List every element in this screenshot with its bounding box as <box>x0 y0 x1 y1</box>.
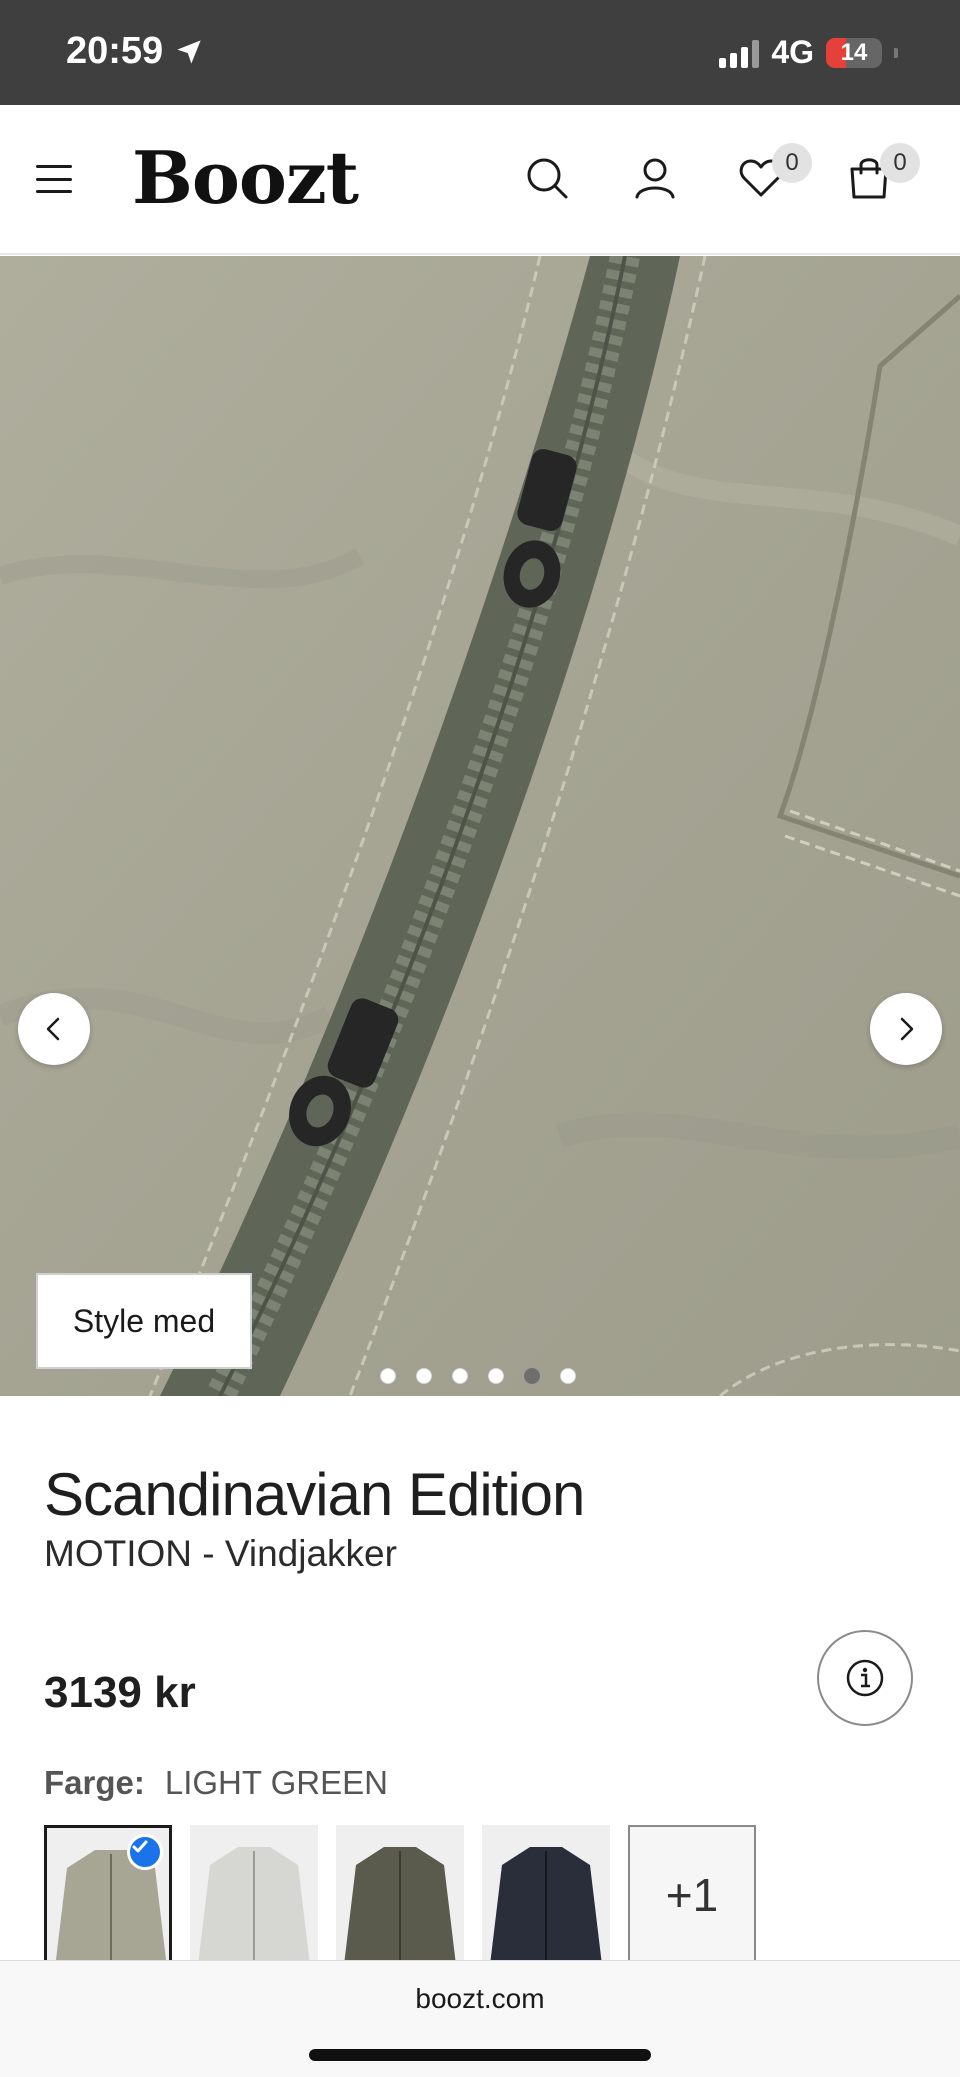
home-indicator[interactable] <box>309 2049 651 2061</box>
wishlist-count: 0 <box>772 143 812 183</box>
signal-icon <box>719 38 760 68</box>
jacket-thumbnail <box>490 1847 602 1965</box>
previous-image-button[interactable] <box>18 993 90 1065</box>
color-label: Farge: <box>44 1764 145 1801</box>
color-selection-label: Farge: LIGHT GREEN <box>44 1764 388 1802</box>
product-price: 3139 kr <box>44 1668 196 1717</box>
style-with-button[interactable]: Style med <box>36 1273 252 1369</box>
selected-check-icon <box>127 1834 163 1870</box>
battery-icon: 14 <box>826 37 882 68</box>
wishlist-button[interactable]: 0 <box>736 143 812 203</box>
pagination-dot[interactable] <box>380 1368 396 1384</box>
status-bar: 20:59 4G 14 <box>0 0 960 105</box>
color-swatch-dark-olive[interactable] <box>336 1825 464 1965</box>
price-info-button[interactable] <box>817 1630 913 1726</box>
chevron-right-icon <box>900 1017 914 1041</box>
account-icon[interactable] <box>630 153 680 203</box>
product-info: Scandinavian Edition MOTION - Vindjakker <box>44 1460 924 1575</box>
clock: 20:59 <box>66 30 164 72</box>
pagination-dot[interactable] <box>488 1368 504 1384</box>
search-icon[interactable] <box>522 153 572 203</box>
network-type: 4G <box>771 34 814 70</box>
chevron-left-icon <box>46 1017 60 1041</box>
color-swatch-light-grey[interactable] <box>190 1825 318 1965</box>
product-brand[interactable]: Scandinavian Edition <box>44 1460 924 1529</box>
jacket-thumbnail <box>198 1847 310 1965</box>
browser-address-bar: boozt.com <box>0 1960 960 2077</box>
color-value: LIGHT GREEN <box>164 1764 388 1801</box>
status-indicators: 4G 14 <box>719 34 898 71</box>
color-swatches: +1 <box>44 1825 756 1965</box>
product-image <box>0 256 960 1396</box>
cart-count: 0 <box>880 143 920 183</box>
gallery-pagination <box>380 1368 576 1384</box>
color-swatch-navy[interactable] <box>482 1825 610 1965</box>
pagination-dot[interactable] <box>560 1368 576 1384</box>
color-swatch-light-green[interactable] <box>44 1825 172 1965</box>
battery-level: 14 <box>840 38 868 66</box>
product-image-gallery[interactable]: Style med <box>0 256 960 1396</box>
menu-icon[interactable] <box>36 165 72 193</box>
next-image-button[interactable] <box>870 993 942 1065</box>
site-header: Boozt 0 0 <box>0 105 960 255</box>
cart-button[interactable]: 0 <box>844 143 920 203</box>
info-icon <box>846 1659 884 1697</box>
jacket-thumbnail <box>344 1847 456 1965</box>
status-time: 20:59 <box>66 30 203 73</box>
pagination-dot[interactable] <box>416 1368 432 1384</box>
location-arrow-icon <box>177 39 201 64</box>
pagination-dot-active[interactable] <box>524 1368 540 1384</box>
product-name: MOTION - Vindjakker <box>44 1533 397 1574</box>
logo[interactable]: Boozt <box>132 135 359 220</box>
pagination-dot[interactable] <box>452 1368 468 1384</box>
more-colors-button[interactable]: +1 <box>628 1825 756 1965</box>
url-display[interactable]: boozt.com <box>0 1983 960 2015</box>
